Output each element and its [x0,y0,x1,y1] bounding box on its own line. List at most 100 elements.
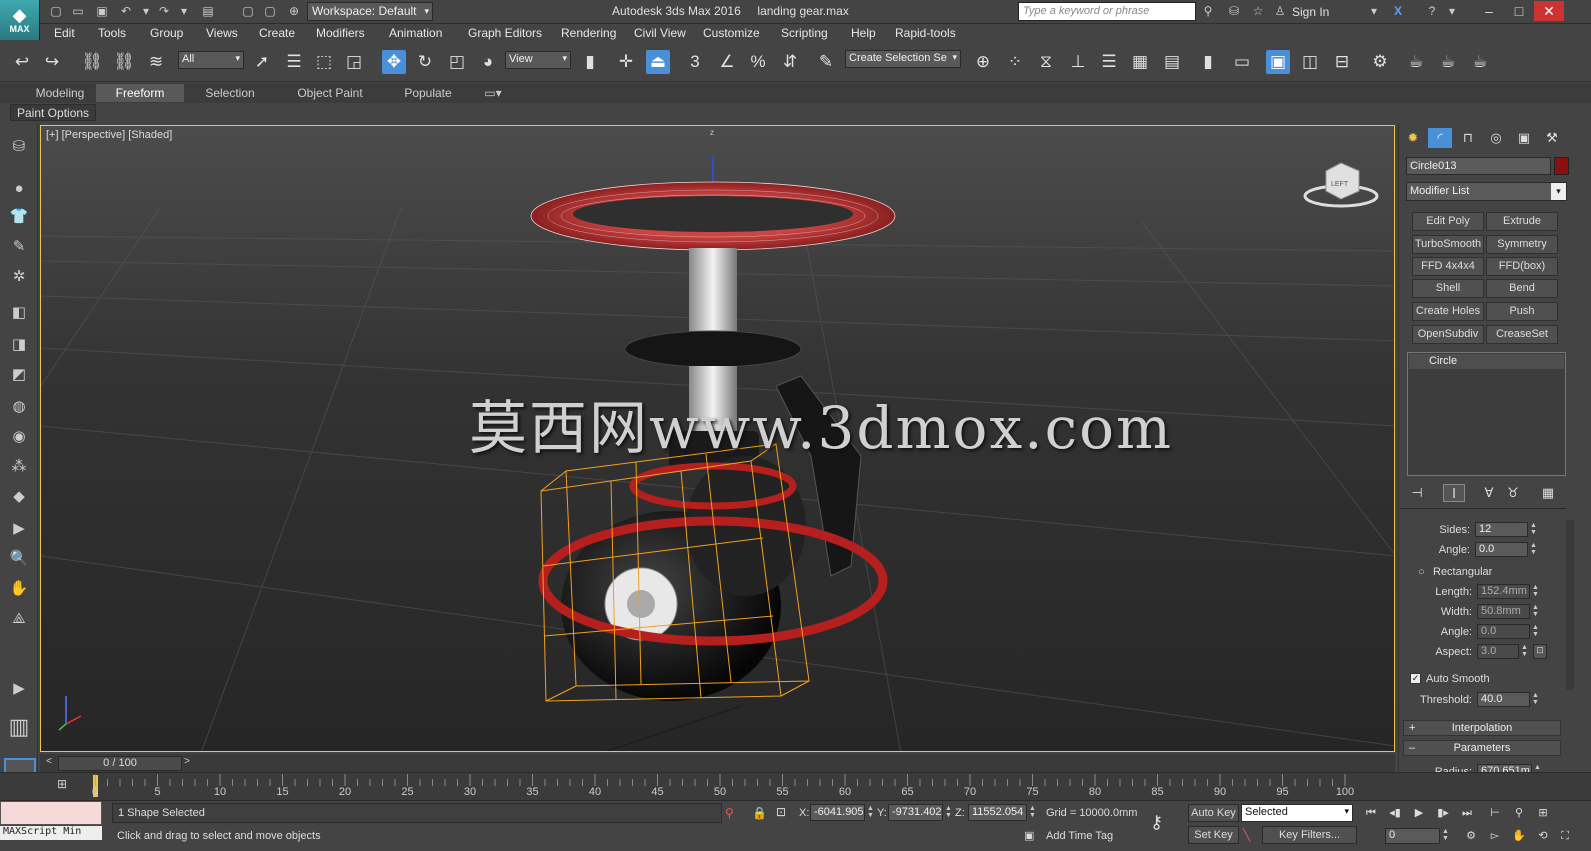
maximize-button[interactable]: □ [1504,1,1534,21]
select-by-name-icon[interactable]: ☰ [282,50,306,74]
layers-icon[interactable]: ◩ [7,364,31,386]
aspect-lock-icon[interactable]: ⊡ [1533,644,1547,659]
modifier-ffdbox-button[interactable]: FFD(box) [1486,257,1558,276]
sign-in-link[interactable]: Sign In [1292,5,1329,19]
threshold-spinner[interactable]: ▲ ▼ [1531,692,1540,707]
orbit-icon[interactable]: ⟁ [7,608,31,630]
menu-create[interactable]: Create [259,26,295,40]
modifier-symmetry-button[interactable]: Symmetry [1486,235,1558,254]
x-coordinate-field[interactable]: -6041.905 [810,804,865,821]
width-field[interactable]: 50.8mm [1477,604,1530,619]
current-frame-field[interactable]: 0 [1385,828,1440,844]
window-crossing-icon[interactable]: ◲ [342,50,366,74]
viewport-layout-icon[interactable]: ▥ [7,716,31,748]
layer-explorer-icon[interactable]: ☰ [1097,50,1121,74]
menu-rendering[interactable]: Rendering [561,26,616,40]
open-mini-curve-editor-icon[interactable]: ⊞ [52,777,72,793]
angle2-spinner[interactable]: ▲ ▼ [1531,624,1540,639]
named-selection-dropdown[interactable]: Create Selection Se ▾ [845,50,961,68]
pivot-center-icon[interactable]: ▮ [578,50,602,74]
auto-smooth-checkbox[interactable]: ✓ [1410,673,1421,684]
app-logo[interactable]: ◆ MAX [0,0,40,40]
length-field[interactable]: 152.4mm [1477,584,1530,599]
angle-field[interactable]: 0.0 [1475,542,1528,557]
select-object-icon[interactable]: ➚ [250,50,274,74]
time-slider-track[interactable] [40,754,1395,772]
tab-selection[interactable]: Selection [184,84,276,102]
tab-freeform[interactable]: Freeform [96,84,184,102]
select-and-place-icon[interactable]: ◕ [476,50,500,74]
curve-editor-icon[interactable]: ▮ [1196,50,1220,74]
z-coordinate-field[interactable]: 11552.054 [968,804,1027,821]
render-setup-icon[interactable]: ◫ [1298,50,1322,74]
help-icon[interactable]: ? [1424,4,1440,18]
width-spinner[interactable]: ▲ ▼ [1531,604,1540,619]
render-iterative-icon[interactable]: ☕ [1404,50,1428,74]
selection-lock-icon[interactable]: 🔒 [752,806,767,820]
parameters-rollout[interactable]: – Parameters [1403,740,1561,756]
redo-dropdown-icon[interactable]: ▾ [176,4,192,18]
zoom-icon[interactable]: 🔍 [7,548,31,570]
prev-frame-arrow[interactable]: < [42,756,56,771]
motion-tab-icon[interactable]: ◎ [1484,128,1508,148]
tab-modeling[interactable]: Modeling [24,84,96,102]
go-to-start-icon[interactable]: ⏮ [1362,805,1380,821]
subscription-icon[interactable]: ⛁ [1226,4,1242,18]
key-filter-icon[interactable]: ╲ [1243,828,1250,842]
angle-spinner[interactable]: ▲ ▼ [1529,542,1538,557]
zoom-extents-icon[interactable]: ⚲ [1510,805,1528,821]
redo-button[interactable]: ↪ [40,50,64,74]
undo-dropdown-icon[interactable]: ▾ [138,4,154,18]
menu-civil-view[interactable]: Civil View [634,26,686,40]
favorites-icon[interactable]: ☆ [1250,4,1266,18]
modifier-edit-poly-button[interactable]: Edit Poly [1412,212,1484,231]
sides-field[interactable]: 12 [1475,522,1528,537]
modifier-opensubdiv-button[interactable]: OpenSubdiv [1412,325,1484,344]
camera-icon[interactable]: ▶ [7,518,31,540]
spinner-snap-icon[interactable]: ⇵ [778,50,802,74]
percent-snap-icon[interactable]: % [746,50,770,74]
modify-tab-icon[interactable]: ◜ [1428,128,1452,148]
scene-explorer-icon[interactable]: ⛁ [7,136,31,158]
menu-tools[interactable]: Tools [98,26,126,40]
color-icon[interactable]: ◆ [7,486,31,508]
bind-space-warp-icon[interactable]: ≋ [144,50,168,74]
sign-in-dropdown-icon[interactable]: ▾ [1366,4,1382,18]
checker-icon[interactable]: ▦ [1128,50,1152,74]
time-tag-icon[interactable]: ▣ [1024,829,1034,842]
render-frame-icon[interactable]: ⊟ [1330,50,1354,74]
tab-populate[interactable]: Populate [384,84,472,102]
keyboard-shortcut-override-icon[interactable]: ⏏ [646,50,670,74]
absolute-mode-icon[interactable]: ⊡ [776,805,786,819]
aspect-field[interactable]: 3.0 [1477,644,1519,659]
user-icon[interactable]: ♙ [1272,4,1288,18]
menu-group[interactable]: Group [150,26,183,40]
unlink-icon[interactable]: ⛓ [112,50,136,74]
object-name-field[interactable]: Circle013 [1406,157,1551,175]
sphere-icon[interactable]: ● [7,178,31,200]
select-and-scale-icon[interactable]: ◰ [445,50,469,74]
material-editor-icon[interactable]: ▣ [1266,50,1290,74]
maxscript-mini-listener[interactable]: MAXScript Min [0,826,102,840]
help-dropdown-icon[interactable]: ▾ [1444,4,1460,18]
menu-scripting[interactable]: Scripting [781,26,828,40]
align-icon[interactable]: ⁘ [1003,50,1027,74]
align-bottom-icon[interactable]: ⊥ [1066,50,1090,74]
isolate-selection-icon[interactable]: ⚲ [725,806,734,820]
close-button[interactable]: ✕ [1534,1,1564,21]
previous-frame-icon[interactable]: ◂▮ [1386,805,1404,821]
open-file-icon[interactable]: ▭ [70,4,86,18]
menu-rapid-tools[interactable]: Rapid-tools [895,26,956,40]
minimize-button[interactable]: – [1474,1,1504,21]
modifier-create-holes-button[interactable]: Create Holes [1412,302,1484,321]
fetch-icon[interactable]: ▢ [262,4,278,18]
pivot-icon[interactable]: ⊕ [286,4,302,18]
maxscript-listener[interactable] [0,801,102,825]
configure-sets-icon[interactable]: ▦ [1537,484,1559,502]
remove-modifier-icon[interactable]: ♉ [1502,484,1524,502]
select-and-link-icon[interactable]: ⛓ [80,50,104,74]
render-production-icon[interactable]: ⚙ [1368,50,1392,74]
workspace-dropdown[interactable]: Workspace: Default ▾ [307,2,433,21]
aspect-spinner[interactable]: ▲ ▼ [1520,644,1529,659]
edit-icon[interactable]: ◨ [7,334,31,356]
